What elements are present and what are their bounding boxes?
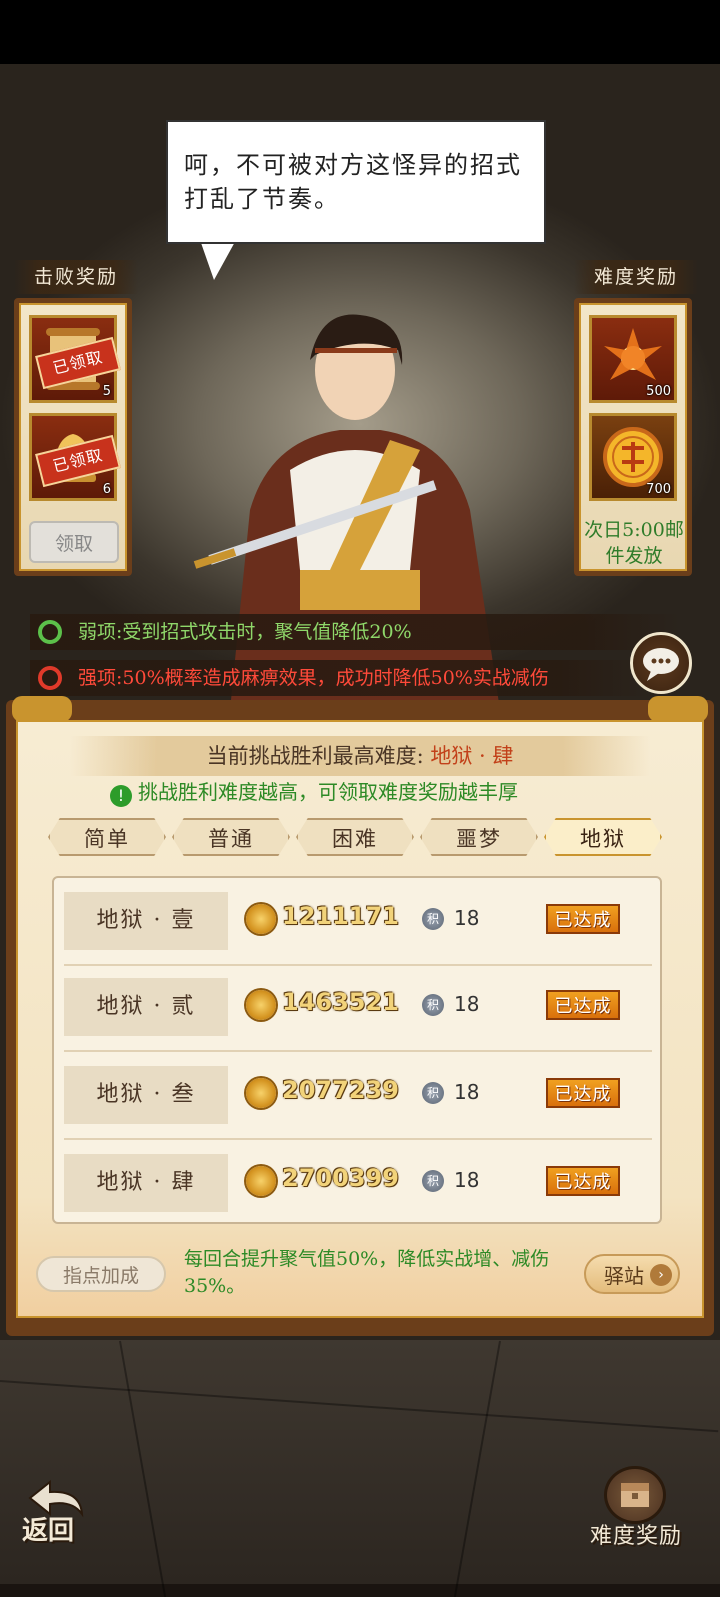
points-value: 18 — [454, 906, 480, 930]
status-badge: 已达成 — [546, 990, 620, 1020]
weakness-text: 弱项:受到招式攻击时，聚气值降低20% — [78, 621, 412, 643]
difficulty-reward-slot-1[interactable]: 500 — [589, 315, 677, 403]
difficulty-reward-slot-2[interactable]: 700 — [589, 413, 677, 501]
level-name: 地狱 · 壹 — [64, 892, 228, 950]
difficulty-tip: ! 挑战胜利难度越高，可领取难度奖励越丰厚 — [110, 776, 630, 808]
level-name: 地狱 · 肆 — [64, 1154, 228, 1212]
level-name: 地狱 · 叁 — [64, 1066, 228, 1124]
power-coin-icon — [246, 904, 276, 934]
difficulty-reward-button[interactable]: 难度奖励 — [590, 1518, 682, 1550]
power-coin-icon — [246, 1166, 276, 1196]
status-badge: 已达成 — [546, 904, 620, 934]
tab-hell[interactable]: 地狱 — [544, 818, 662, 856]
power-coin-icon — [246, 990, 276, 1020]
required-power: 1211171 — [282, 902, 399, 930]
strength-trait: 强项:50%概率造成麻痹效果，成功时降低50%实战减伤 — [30, 660, 650, 696]
points-value: 18 — [454, 1080, 480, 1104]
highest-difficulty-line: 当前挑战胜利最高难度: 地狱 · 肆 — [70, 736, 650, 776]
tab-easy[interactable]: 简单 — [48, 818, 166, 856]
treasure-chest-icon[interactable] — [604, 1466, 666, 1524]
station-button[interactable]: 驿站 › — [584, 1254, 680, 1294]
exclamation-icon: ! — [110, 785, 132, 807]
speech-bubble-tail — [200, 240, 236, 280]
tab-normal[interactable]: 普通 — [172, 818, 290, 856]
defeat-reward-slot-2[interactable]: 已领取 6 — [29, 413, 121, 501]
required-power: 1463521 — [282, 988, 399, 1016]
defeat-reward-slot-1[interactable]: 已领取 5 — [29, 315, 121, 403]
level-row[interactable]: 地狱 · 壹 1211171 积 18 已达成 — [64, 880, 652, 966]
status-bar — [0, 0, 720, 64]
reward-count: 5 — [102, 384, 111, 399]
difficulty-level-list: 地狱 · 壹 1211171 积 18 已达成 地狱 · 贰 1463521 积… — [52, 876, 662, 1224]
required-power: 2700399 — [282, 1164, 399, 1192]
hero-character — [193, 314, 500, 710]
required-power: 2077239 — [282, 1076, 399, 1104]
level-name: 地狱 · 贰 — [64, 978, 228, 1036]
level-row[interactable]: 地狱 · 叁 2077239 积 18 已达成 — [64, 1054, 652, 1140]
panel-corner-ornament — [648, 696, 708, 722]
points-icon: 积 — [422, 908, 444, 930]
chat-bubble-icon — [643, 648, 679, 681]
points-icon: 积 — [422, 1082, 444, 1104]
weakness-trait: 弱项:受到招式攻击时，聚气值降低20% — [30, 614, 680, 650]
claim-button[interactable]: 领取 — [29, 521, 119, 563]
status-badge: 已达成 — [546, 1166, 620, 1196]
highest-difficulty-value: 地狱 · 肆 — [430, 744, 514, 768]
points-value: 18 — [454, 1168, 480, 1192]
back-button[interactable]: 返回 — [22, 1510, 74, 1547]
points-value: 18 — [454, 992, 480, 1016]
difficulty-rewards-panel: 500 700 次日5:00邮件发放 — [574, 298, 692, 576]
guidance-bonus-label: 指点加成 — [36, 1256, 166, 1292]
panel-corner-ornament — [12, 696, 72, 722]
power-coin-icon — [246, 1078, 276, 1108]
level-row[interactable]: 地狱 · 贰 1463521 积 18 已达成 — [64, 966, 652, 1052]
defeat-rewards-title: 击败奖励 — [14, 260, 138, 294]
target-green-icon — [38, 620, 62, 644]
reward-count: 6 — [102, 482, 111, 497]
defeat-rewards-panel: 已领取 5 已领取 6 领取 — [14, 298, 132, 576]
tab-nightmare[interactable]: 噩梦 — [420, 818, 538, 856]
mail-delivery-note: 次日5:00邮件发放 — [584, 519, 684, 567]
tab-hard[interactable]: 困难 — [296, 818, 414, 856]
difficulty-rewards-title: 难度奖励 — [574, 260, 698, 294]
points-icon: 积 — [422, 1170, 444, 1192]
strength-text: 强项:50%概率造成麻痹效果，成功时降低50%实战减伤 — [78, 667, 549, 689]
points-icon: 积 — [422, 994, 444, 1016]
chevron-right-icon: › — [650, 1264, 672, 1286]
highest-difficulty-label: 当前挑战胜利最高难度: — [206, 744, 424, 768]
status-badge: 已达成 — [546, 1078, 620, 1108]
station-label: 驿站 — [604, 1264, 644, 1288]
tip-text: 挑战胜利难度越高，可领取难度奖励越丰厚 — [138, 780, 518, 804]
reward-count: 500 — [646, 384, 671, 399]
reward-count: 700 — [646, 482, 671, 497]
difficulty-tabs: 简单 普通 困难 噩梦 地狱 — [48, 818, 668, 858]
speech-bubble: 呵，不可被对方这怪异的招式打乱了节奏。 — [166, 120, 546, 244]
level-row[interactable]: 地狱 · 肆 2700399 积 18 已达成 — [64, 1142, 652, 1226]
dialog-text: 呵，不可被对方这怪异的招式打乱了节奏。 — [184, 151, 522, 213]
chat-button[interactable] — [630, 632, 692, 694]
guidance-bonus-text: 每回合提升聚气值50%，降低实战增、减伤35%。 — [184, 1248, 550, 1297]
target-red-icon — [38, 666, 62, 690]
